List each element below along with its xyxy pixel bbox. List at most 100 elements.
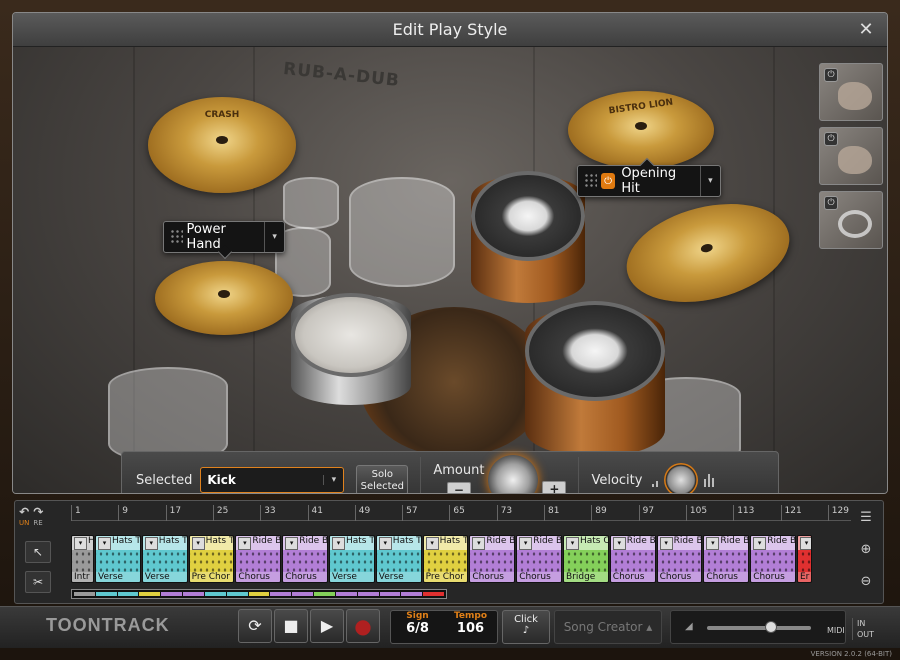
song-overview-scrollbar[interactable] (71, 589, 447, 599)
ruler-tick: 57 (402, 505, 418, 521)
sign-value: 6/8 (406, 621, 429, 636)
song-part[interactable]: Hats T Verse (141, 535, 188, 583)
part-midi-notes (751, 550, 795, 572)
ruler-tick: 81 (544, 505, 559, 521)
part-groove-name: Ride B (751, 536, 795, 550)
part-section-label: Intr (72, 572, 93, 582)
rack-tom-head[interactable] (471, 171, 585, 261)
part-section-label: Verse (330, 572, 374, 582)
song-part[interactable]: Hats T Verse (329, 535, 375, 583)
song-part[interactable]: Hats T Pre Chor (188, 535, 235, 583)
loop-icon[interactable]: ⟳ (238, 609, 272, 643)
zoom-out-icon[interactable]: ⊖ (857, 573, 875, 591)
drum-kit-stage: RUB-A-DUB CRASH BISTRO LION Power Hand ▾… (13, 47, 887, 493)
drag-grip-icon[interactable] (170, 229, 183, 245)
song-part[interactable]: Ride B Chorus (750, 535, 796, 583)
part-midi-notes (283, 550, 327, 572)
song-part[interactable]: Hats T Pre Chor (422, 535, 469, 583)
redo-button[interactable]: ↷ RE (33, 505, 43, 527)
version-label: VERSION 2.0.2 (64-BIT) (810, 650, 892, 658)
part-groove-name: Hats T (96, 536, 140, 550)
opening-hit-tooltip[interactable]: ⏻ Opening Hit ▾ (577, 157, 721, 197)
overview-segment (161, 592, 183, 596)
part-section-label: Chorus (236, 572, 281, 582)
power-icon[interactable]: ⏻ (824, 68, 838, 82)
hi-hat-cymbal[interactable] (155, 261, 293, 335)
stop-icon[interactable]: ■ (274, 609, 308, 643)
amount-plus-button[interactable]: + (542, 481, 567, 493)
song-part[interactable]: Ride B Chorus (235, 535, 282, 583)
overview-segment (335, 592, 357, 596)
menu-icon[interactable]: ☰ (857, 509, 875, 527)
song-part[interactable]: Ride B Chorus (703, 535, 750, 583)
power-icon[interactable]: ⏻ (824, 132, 838, 146)
scissor-tool-icon[interactable]: ✂ (25, 571, 51, 593)
drag-grip-icon[interactable] (584, 173, 597, 189)
ghost-rack-tom[interactable] (349, 177, 455, 287)
power-hand-tooltip[interactable]: Power Hand ▾ (163, 221, 285, 260)
song-part[interactable]: Ride B Chorus (282, 535, 328, 583)
part-groove-name: Hats T (142, 536, 187, 550)
overview-segment (95, 592, 117, 596)
wall-plank (773, 47, 775, 493)
song-part[interactable]: Ride B Chorus (609, 535, 656, 583)
select-tool-icon[interactable]: ↖ (25, 541, 51, 563)
bar-ruler[interactable]: 1 9 17 25 33 41 49 57 65 73 81 89 97 105 113 121 129 (71, 505, 851, 521)
song-part[interactable]: Hats T Verse (375, 535, 422, 583)
volume-slider[interactable] (707, 621, 811, 633)
ghost-floor-tom[interactable] (108, 367, 228, 463)
power-icon[interactable]: ⏻ (600, 173, 616, 189)
selected-drum-dropdown[interactable]: Kick ▾ (200, 467, 345, 493)
song-part[interactable]: Ride B Chorus (516, 535, 562, 583)
part-groove-name: H (72, 536, 93, 550)
undo-button[interactable]: ↶ UN (19, 505, 29, 527)
amount-knob[interactable] (488, 455, 539, 493)
chevron-down-icon[interactable]: ▾ (699, 166, 720, 196)
articulation-thumb-tambourine[interactable]: ⏻ (819, 191, 883, 249)
dialog-title: Edit Play Style (13, 13, 887, 47)
signature-field[interactable]: Sign 6/8 (391, 611, 444, 643)
power-icon[interactable]: ⏻ (824, 196, 838, 210)
overview-segment (226, 592, 248, 596)
floor-tom-head[interactable] (525, 301, 665, 401)
amount-minus-button[interactable]: − (446, 481, 471, 493)
amount-group: Amount − (433, 463, 484, 493)
undo-label: UN (19, 519, 30, 527)
chevron-down-icon[interactable]: ▾ (323, 475, 343, 485)
solo-selected-button[interactable]: Solo Selected (356, 465, 409, 493)
opening-hit-cymbal[interactable]: BISTRO LION (568, 91, 714, 169)
play-icon[interactable]: ▶ (310, 609, 344, 643)
volume-slider-thumb[interactable] (765, 621, 777, 633)
tempo-field[interactable]: Tempo 106 (444, 611, 497, 643)
record-icon[interactable]: ● (346, 609, 380, 643)
signature-tempo-display[interactable]: Sign 6/8 Tempo 106 (390, 610, 498, 644)
solo-line1: Solo (371, 469, 394, 480)
song-part[interactable]: Hats T Verse (95, 535, 141, 583)
velocity-knob[interactable] (664, 463, 699, 493)
song-part[interactable]: Er (797, 535, 812, 583)
click-button[interactable]: Click ♪ (502, 610, 550, 644)
articulation-thumb-hand[interactable]: ⏻ (819, 63, 883, 121)
song-part[interactable]: Ride B Chorus (656, 535, 703, 583)
ruler-tick: 105 (685, 505, 707, 521)
ghost-tom[interactable] (283, 177, 339, 229)
part-midi-notes (517, 550, 561, 572)
song-part[interactable]: H Intr (71, 535, 94, 583)
overview-segment (270, 592, 292, 596)
articulation-thumb-shaker[interactable]: ⏻ (819, 127, 883, 185)
ruler-tick: 129 (827, 505, 849, 521)
opening-cymbal-brand: BISTRO LION (608, 97, 674, 117)
overview-segment (401, 592, 423, 596)
chevron-down-icon[interactable]: ▾ (264, 222, 284, 252)
part-groove-name: Ride B (657, 536, 702, 550)
song-track-editor: ↶ UN ↷ RE 1 9 17 25 33 41 49 57 65 73 81 89 97 105 113 12… (14, 500, 884, 604)
zoom-in-icon[interactable]: ⊕ (857, 541, 875, 559)
overview-segment (357, 592, 379, 596)
song-part[interactable]: Hats C Bridge (563, 535, 609, 583)
crash-cymbal[interactable]: CRASH (148, 97, 296, 193)
song-part[interactable]: Ride B Chorus (469, 535, 516, 583)
part-midi-notes (376, 550, 421, 572)
close-icon[interactable]: ✕ (855, 19, 877, 41)
snare-drum[interactable] (291, 293, 411, 377)
song-creator-button[interactable]: Song Creator ▴ (554, 610, 662, 644)
